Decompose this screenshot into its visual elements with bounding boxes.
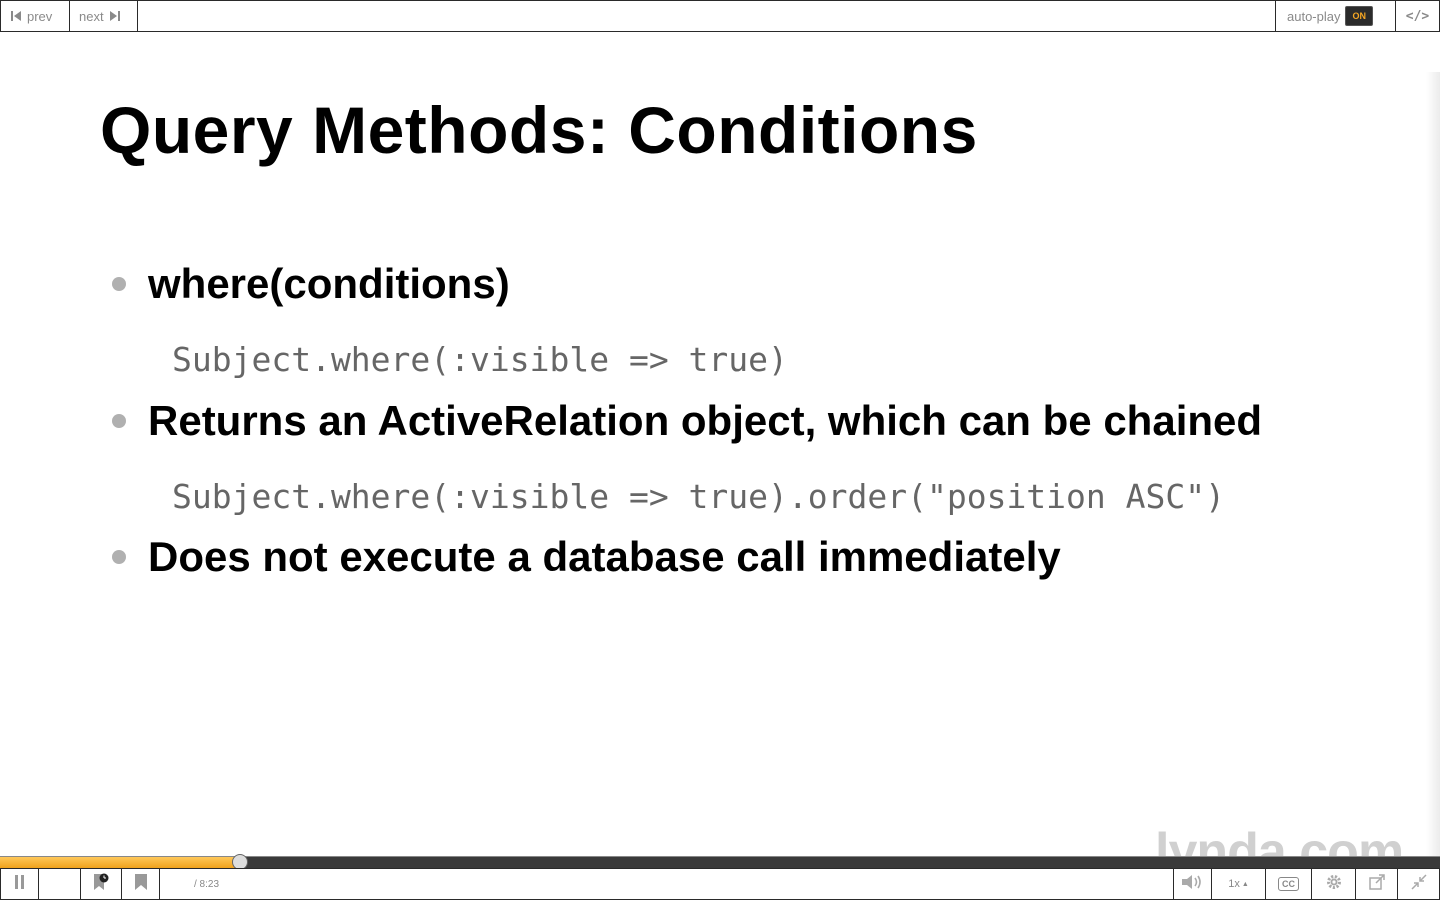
volume-button[interactable] xyxy=(1173,869,1211,899)
embed-code-button[interactable]: </> xyxy=(1396,1,1439,31)
player-controls-bar: / 8:23 1x ▲ CC xyxy=(0,868,1440,900)
popout-button[interactable] xyxy=(1355,869,1397,899)
speed-label: 1x xyxy=(1228,878,1240,890)
top-nav-bar: prev next auto-play ON </> xyxy=(0,0,1440,32)
bullet-item-3: Does not execute a database call immedia… xyxy=(112,533,1061,581)
slide-title: Query Methods: Conditions xyxy=(100,93,978,167)
pause-icon xyxy=(14,874,26,894)
collapse-icon xyxy=(1410,873,1427,895)
prev-label: prev xyxy=(27,8,53,24)
bookmark-icon xyxy=(134,873,147,895)
bullet-text: Returns an ActiveRelation object, which … xyxy=(148,397,1263,444)
caret-up-icon: ▲ xyxy=(1241,880,1249,888)
slide-edge-shadow xyxy=(1426,72,1440,888)
volume-icon xyxy=(1181,874,1204,895)
prev-button[interactable]: prev xyxy=(1,1,70,31)
bullet-item-1: where(conditions) xyxy=(112,260,510,308)
exit-fullscreen-button[interactable] xyxy=(1397,869,1439,899)
captions-button[interactable]: CC xyxy=(1265,869,1311,899)
progress-bar[interactable] xyxy=(0,854,1440,870)
time-duration: / 8:23 xyxy=(194,878,220,890)
playback-speed-button[interactable]: 1x ▲ xyxy=(1211,869,1265,899)
next-button[interactable]: next xyxy=(70,1,138,31)
bullet-dot xyxy=(112,277,126,291)
skip-back-icon xyxy=(11,11,21,21)
bullet-text: Does not execute a database call immedia… xyxy=(148,533,1061,580)
bullet-text: where(conditions) xyxy=(148,260,510,307)
autoplay-state-badge: ON xyxy=(1345,6,1373,26)
gear-icon xyxy=(1326,874,1342,895)
popout-icon xyxy=(1368,873,1385,895)
bookmark-button[interactable] xyxy=(122,869,160,899)
bullet-item-2: Returns an ActiveRelation object, which … xyxy=(112,397,1262,445)
bullet-dot xyxy=(112,414,126,428)
pause-button[interactable] xyxy=(1,869,39,899)
blank-control xyxy=(39,869,81,899)
autoplay-label: auto-play xyxy=(1287,8,1341,24)
next-label: next xyxy=(79,8,104,24)
autoplay-toggle[interactable]: auto-play ON xyxy=(1275,1,1396,31)
skip-forward-icon xyxy=(109,11,120,21)
code-example-1: Subject.where(:visible => true) xyxy=(172,340,788,379)
bookmark-timed-button[interactable] xyxy=(81,869,122,899)
embed-code-icon: </> xyxy=(1405,8,1430,24)
settings-button[interactable] xyxy=(1311,869,1355,899)
cc-icon: CC xyxy=(1278,877,1299,891)
code-example-2: Subject.where(:visible => true).order("p… xyxy=(172,477,1225,516)
bookmark-clock-icon xyxy=(92,873,110,896)
progress-fill xyxy=(0,857,241,868)
bullet-dot xyxy=(112,550,126,564)
